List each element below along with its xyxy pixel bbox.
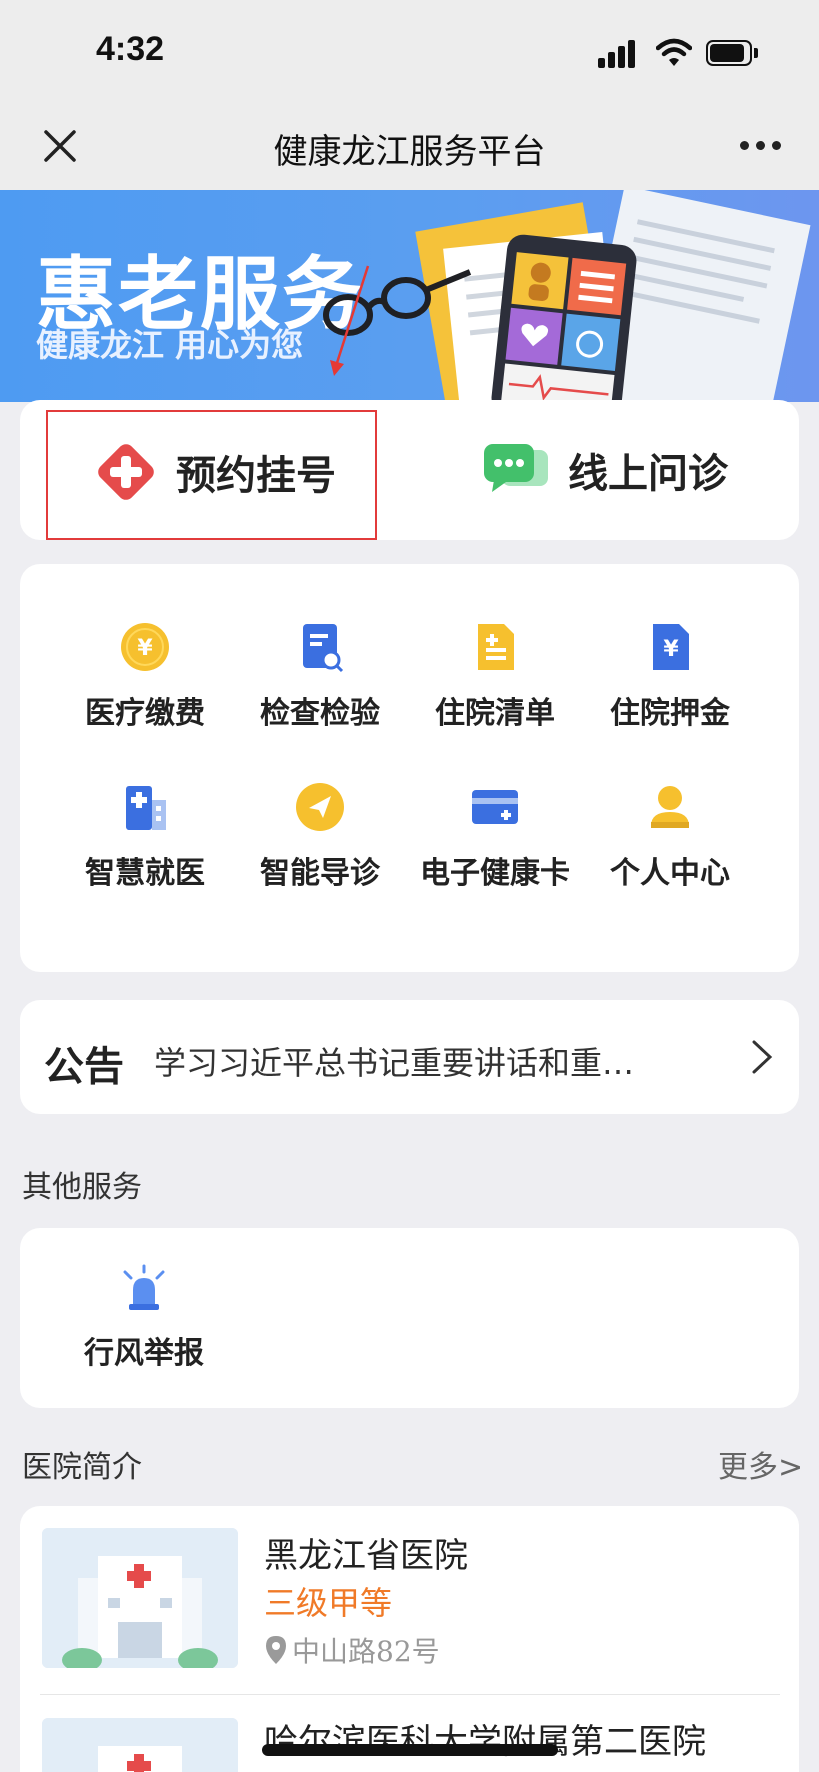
services-grid-card: ¥ 医疗缴费 检查检验 住院清单 ¥ 住院押金 智慧就医 智能导诊 电子健康卡 … — [20, 564, 799, 972]
location-pin-icon — [266, 1636, 286, 1664]
hospital-level: 三级甲等 — [264, 1584, 393, 1622]
grid-label: 智慧就医 — [85, 856, 205, 891]
person-icon — [651, 786, 689, 828]
grid-item-inpatient-deposit[interactable]: ¥ 住院押金 — [585, 620, 755, 732]
other-services-card: 行风举报 — [20, 1228, 799, 1408]
promo-banner[interactable]: 惠老服务 健康龙江 用心为您 — [0, 190, 819, 402]
grid-label: 个人中心 — [610, 856, 730, 891]
divider — [40, 1694, 780, 1695]
more-options-icon[interactable] — [738, 138, 782, 154]
svg-text:¥: ¥ — [137, 636, 153, 661]
grid-item-health-card[interactable]: 电子健康卡 — [410, 780, 580, 892]
report-misconduct-label: 行风举报 — [84, 1336, 204, 1371]
navigation-arrow-icon — [296, 783, 344, 831]
report-misconduct-button[interactable]: 行风举报 — [64, 1264, 224, 1372]
hospital-intro-title: 医院简介 — [22, 1450, 142, 1485]
hospital-building-icon — [126, 786, 166, 830]
hospital-address: 中山路82号 — [264, 1630, 440, 1670]
signal-icon — [598, 40, 640, 68]
battery-icon — [706, 40, 758, 66]
nav-bar: 健康龙江服务平台 — [0, 108, 819, 190]
online-consult-button[interactable]: 线上问诊 — [482, 440, 728, 500]
grid-label: 智能导诊 — [260, 856, 380, 891]
hospital-level: 三级甲等 — [264, 1764, 392, 1772]
notice-tag: 公告 — [44, 1044, 124, 1090]
document-search-icon — [303, 624, 344, 673]
highlight-box — [46, 410, 377, 540]
status-time: 4:32 — [96, 30, 165, 68]
wifi-icon — [656, 38, 692, 66]
grid-item-smart-triage[interactable]: 智能导诊 — [235, 780, 405, 892]
hospital-list-card: 黑龙江省医院 三级甲等 中山路82号 哈尔滨医科大学附属第二医院 三级甲等 — [20, 1506, 799, 1772]
grid-item-personal-center[interactable]: 个人中心 — [585, 780, 755, 892]
hospital-thumbnail — [42, 1528, 238, 1668]
grid-item-smart-care[interactable]: 智慧就医 — [60, 780, 230, 892]
yuan-document-icon: ¥ — [653, 624, 689, 670]
hospital-thumbnail — [42, 1718, 238, 1772]
health-card-icon — [472, 790, 518, 824]
notice-bar[interactable]: 公告 学习习近平总书记重要讲话和重… — [20, 1000, 799, 1114]
alarm-siren-icon — [123, 1264, 165, 1310]
home-indicator — [262, 1744, 558, 1756]
notice-text: 学习习近平总书记重要讲话和重… — [154, 1044, 635, 1082]
grid-item-exam-test[interactable]: 检查检验 — [235, 620, 405, 732]
other-services-title: 其他服务 — [22, 1170, 142, 1205]
annotation-arrow — [330, 265, 370, 376]
hospital-name: 黑龙江省医院 — [264, 1536, 468, 1576]
yuan-coin-icon: ¥ — [121, 623, 169, 671]
list-document-icon — [478, 624, 514, 670]
banner-subtitle: 健康龙江 用心为您 — [36, 326, 304, 364]
screen: 4:32 健康龙江服务平台 惠老服务 健康龙江 用心为您 预约挂号 线上问诊 ¥… — [0, 0, 819, 1772]
grid-label: 检查检验 — [260, 696, 380, 731]
grid-item-inpatient-list[interactable]: 住院清单 — [410, 620, 580, 732]
grid-label: 电子健康卡 — [420, 856, 570, 891]
online-consult-label: 线上问诊 — [568, 451, 728, 497]
grid-label: 医疗缴费 — [85, 696, 205, 731]
page-title: 健康龙江服务平台 — [273, 132, 546, 172]
grid-label: 住院清单 — [435, 696, 555, 731]
chat-bubble-icon — [484, 444, 548, 492]
more-link[interactable]: 更多> — [718, 1442, 803, 1486]
hospital-address-text: 中山路82号 — [292, 1635, 440, 1668]
chevron-right-icon — [752, 1040, 773, 1074]
grid-label: 住院押金 — [610, 696, 730, 731]
banner-illustration — [323, 190, 811, 402]
grid-item-medical-payment[interactable]: ¥ 医疗缴费 — [60, 620, 230, 732]
svg-text:¥: ¥ — [663, 637, 679, 662]
status-bar: 4:32 — [0, 0, 819, 108]
